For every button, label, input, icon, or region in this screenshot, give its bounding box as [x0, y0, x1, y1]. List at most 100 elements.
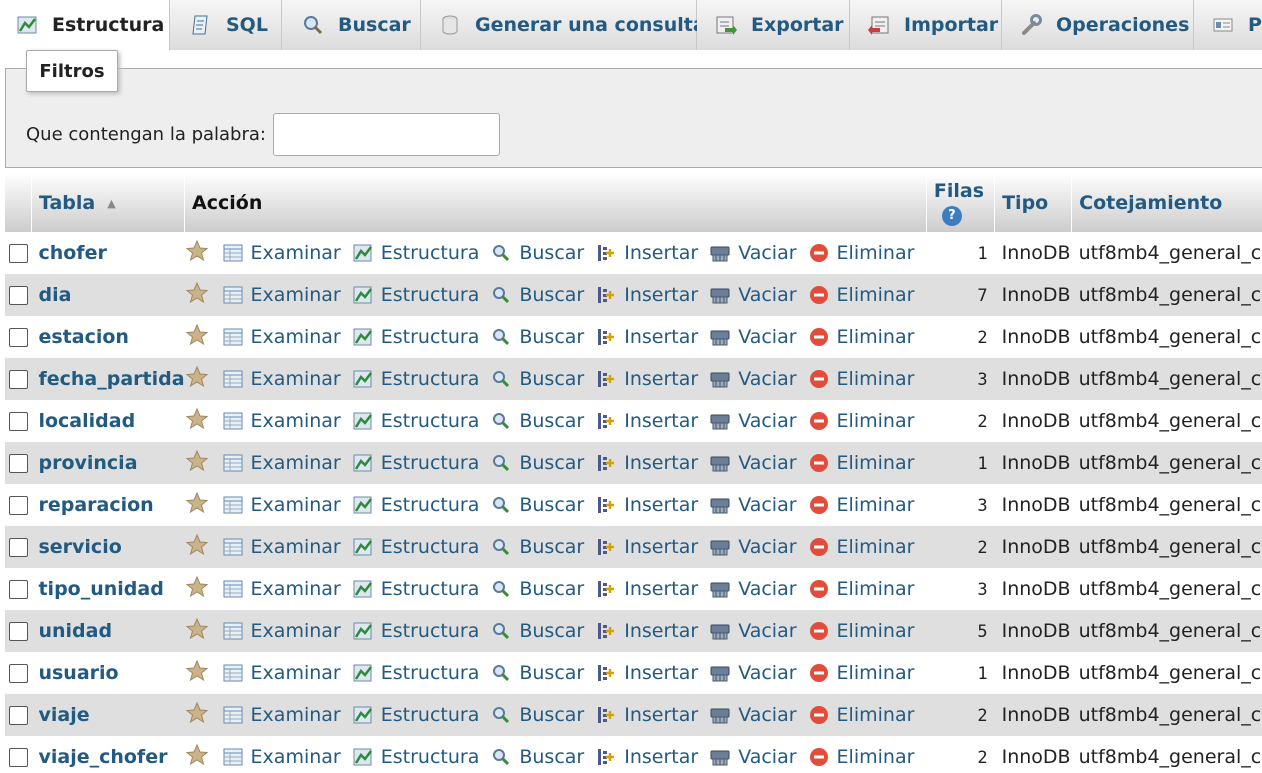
insert-link[interactable]: Insertar — [596, 284, 698, 306]
drop-link[interactable]: Eliminar — [809, 620, 914, 642]
structure-link[interactable]: Estructura — [353, 410, 479, 432]
header-tipo[interactable]: Tipo — [994, 173, 1073, 232]
drop-link[interactable]: Eliminar — [809, 410, 914, 432]
insert-link[interactable]: Insertar — [596, 536, 698, 558]
favorite-star-icon[interactable] — [185, 281, 209, 310]
row-checkbox[interactable] — [8, 454, 28, 473]
tab-importar[interactable]: Importar — [850, 0, 1002, 50]
empty-link[interactable]: Vaciar — [710, 620, 797, 642]
favorite-star-icon[interactable] — [185, 575, 209, 604]
browse-link[interactable]: Examinar — [223, 242, 341, 264]
structure-link[interactable]: Estructura — [353, 368, 479, 390]
table-name-link[interactable]: dia — [38, 284, 71, 306]
sort-ascending-icon[interactable]: ▲ — [107, 197, 115, 210]
drop-link[interactable]: Eliminar — [809, 704, 914, 726]
table-name-link[interactable]: fecha_partida — [38, 368, 184, 390]
insert-link[interactable]: Insertar — [596, 662, 698, 684]
structure-link[interactable]: Estructura — [353, 662, 479, 684]
tab-operaciones[interactable]: Operaciones — [1002, 0, 1194, 50]
favorite-star-icon[interactable] — [185, 323, 209, 352]
browse-link[interactable]: Examinar — [223, 620, 341, 642]
drop-link[interactable]: Eliminar — [809, 578, 914, 600]
filter-input[interactable] — [273, 113, 500, 156]
structure-link[interactable]: Estructura — [353, 620, 479, 642]
browse-link[interactable]: Examinar — [223, 284, 341, 306]
table-name-link[interactable]: chofer — [38, 242, 106, 264]
search-link[interactable]: Buscar — [491, 746, 584, 768]
row-checkbox[interactable] — [8, 538, 28, 557]
structure-link[interactable]: Estructura — [353, 494, 479, 516]
browse-link[interactable]: Examinar — [223, 452, 341, 474]
browse-link[interactable]: Examinar — [223, 704, 341, 726]
search-link[interactable]: Buscar — [491, 704, 584, 726]
structure-link[interactable]: Estructura — [353, 536, 479, 558]
insert-link[interactable]: Insertar — [596, 494, 698, 516]
empty-link[interactable]: Vaciar — [710, 746, 797, 768]
tab-generar-consulta[interactable]: Generar una consulta — [421, 0, 706, 50]
insert-link[interactable]: Insertar — [596, 326, 698, 348]
table-name-link[interactable]: viaje — [38, 704, 89, 726]
insert-link[interactable]: Insertar — [596, 620, 698, 642]
structure-link[interactable]: Estructura — [353, 242, 479, 264]
structure-link[interactable]: Estructura — [353, 452, 479, 474]
search-link[interactable]: Buscar — [491, 578, 584, 600]
row-checkbox[interactable] — [8, 496, 28, 515]
drop-link[interactable]: Eliminar — [809, 284, 914, 306]
drop-link[interactable]: Eliminar — [809, 662, 914, 684]
favorite-star-icon[interactable] — [185, 365, 209, 394]
insert-link[interactable]: Insertar — [596, 578, 698, 600]
search-link[interactable]: Buscar — [491, 326, 584, 348]
drop-link[interactable]: Eliminar — [809, 242, 914, 264]
search-link[interactable]: Buscar — [491, 410, 584, 432]
browse-link[interactable]: Examinar — [223, 746, 341, 768]
header-cotejamiento[interactable]: Cotejamiento — [1071, 173, 1262, 232]
browse-link[interactable]: Examinar — [223, 662, 341, 684]
table-name-link[interactable]: estacion — [38, 326, 128, 348]
table-name-link[interactable]: usuario — [38, 662, 118, 684]
empty-link[interactable]: Vaciar — [710, 494, 797, 516]
search-link[interactable]: Buscar — [491, 284, 584, 306]
browse-link[interactable]: Examinar — [223, 536, 341, 558]
tab-sql[interactable]: SQL — [170, 0, 282, 50]
row-checkbox[interactable] — [8, 244, 28, 263]
browse-link[interactable]: Examinar — [223, 410, 341, 432]
insert-link[interactable]: Insertar — [596, 410, 698, 432]
drop-link[interactable]: Eliminar — [809, 536, 914, 558]
search-link[interactable]: Buscar — [491, 242, 584, 264]
empty-link[interactable]: Vaciar — [710, 326, 797, 348]
favorite-star-icon[interactable] — [185, 407, 209, 436]
structure-link[interactable]: Estructura — [353, 746, 479, 768]
structure-link[interactable]: Estructura — [353, 284, 479, 306]
row-checkbox[interactable] — [8, 412, 28, 431]
empty-link[interactable]: Vaciar — [710, 578, 797, 600]
browse-link[interactable]: Examinar — [223, 368, 341, 390]
insert-link[interactable]: Insertar — [596, 704, 698, 726]
empty-link[interactable]: Vaciar — [710, 284, 797, 306]
favorite-star-icon[interactable] — [185, 449, 209, 478]
insert-link[interactable]: Insertar — [596, 746, 698, 768]
row-checkbox[interactable] — [8, 748, 28, 767]
browse-link[interactable]: Examinar — [223, 494, 341, 516]
drop-link[interactable]: Eliminar — [809, 494, 914, 516]
empty-link[interactable]: Vaciar — [710, 242, 797, 264]
tab-estructura[interactable]: Estructura — [0, 0, 170, 51]
favorite-star-icon[interactable] — [185, 701, 209, 730]
drop-link[interactable]: Eliminar — [809, 746, 914, 768]
favorite-star-icon[interactable] — [185, 743, 209, 772]
tab-exportar[interactable]: Exportar — [697, 0, 850, 50]
table-name-link[interactable]: reparacion — [38, 494, 153, 516]
search-link[interactable]: Buscar — [491, 494, 584, 516]
browse-link[interactable]: Examinar — [223, 326, 341, 348]
insert-link[interactable]: Insertar — [596, 368, 698, 390]
search-link[interactable]: Buscar — [491, 452, 584, 474]
table-name-link[interactable]: servicio — [38, 536, 121, 558]
favorite-star-icon[interactable] — [185, 659, 209, 688]
insert-link[interactable]: Insertar — [596, 452, 698, 474]
search-link[interactable]: Buscar — [491, 536, 584, 558]
empty-link[interactable]: Vaciar — [710, 536, 797, 558]
search-link[interactable]: Buscar — [491, 368, 584, 390]
browse-link[interactable]: Examinar — [223, 578, 341, 600]
table-name-link[interactable]: provincia — [38, 452, 137, 474]
favorite-star-icon[interactable] — [185, 617, 209, 646]
empty-link[interactable]: Vaciar — [710, 410, 797, 432]
